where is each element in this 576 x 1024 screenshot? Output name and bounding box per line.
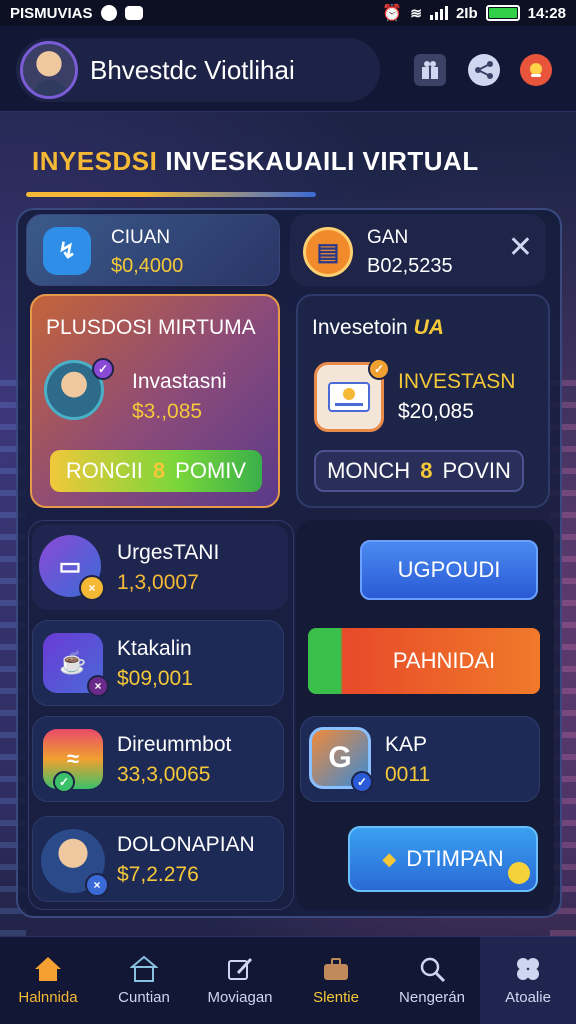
item-value: $09,001 [117,667,193,690]
gift-icon[interactable] [414,54,446,86]
status-bar: PISMUVIAS ⏰ ≋ 2Ib 14:28 [0,0,576,26]
featured-value: $3.,085 [132,400,203,423]
wifi-icon: ≋ [410,4,422,21]
card-name: GAN [367,227,409,248]
dompan-button[interactable]: ◆ DTIMPAN [348,826,538,892]
edit-icon [225,955,255,983]
featured-action-button[interactable]: MONCH 8 POVIN [314,450,524,492]
nav-label: Cuntian [118,989,170,1006]
search-icon [417,955,447,983]
media-play-icon [124,6,143,20]
notification-dot-icon [100,5,117,21]
featured-action-button[interactable]: RONCII 8 POMIV [50,450,262,492]
nav-item-moviagan[interactable]: Moviagan [192,937,288,1024]
battery-icon [485,5,520,21]
bottom-nav: Halnnida Cuntian Moviagan Slentie Nenger… [0,936,576,1024]
item-value: 1,3,0007 [117,571,199,594]
upgrade-button[interactable]: UGPOUDI [360,540,538,600]
nav-item-cuntian[interactable]: Cuntian [96,937,192,1024]
status-mark: 2Ib [455,4,478,22]
item-name: UrgesTANI [117,541,220,564]
tag-icon: ◆ [382,848,397,869]
featured-card-plusdosi[interactable]: PLUSDOSI MIRTUMA ✓ Invastasni $3.,085 RO… [30,294,280,508]
carrier-label: PISMUVIAS [10,4,93,22]
item-name: Direummbot [117,733,232,756]
summary-card-ciuan[interactable]: ↯ CIUAN $0,4000 [26,214,280,286]
button-text: PAHNIDAI [392,648,496,673]
button-text: UGPOUDI [397,557,501,582]
button-text: RONCII [65,458,143,483]
featured-title-tag: UA [413,316,444,339]
button-text-2: POMIV [175,458,247,483]
featured-title-text: Invesetoin [312,316,408,339]
featured-value: $20,085 [398,400,474,423]
clock: 14:28 [527,4,566,22]
check-icon: ✓ [351,771,373,793]
list-item[interactable]: ≈ ✓ Direummbot 33,3,0065 [32,716,284,802]
chart-icon: ↯ [43,227,91,275]
check-icon: ✓ [92,358,114,380]
nav-item-slentie[interactable]: Slentie [288,937,384,1024]
nav-item-home[interactable]: Halnnida [0,937,96,1024]
button-text: DTIMPAN [406,846,504,871]
button-text: MONCH [327,458,411,483]
check-icon: ✓ [53,771,75,793]
item-value: $7,2.276 [117,863,199,886]
signal-icon [429,6,448,20]
featured-title: Invesetoin UA [312,316,444,340]
item-name: KAP [385,733,428,756]
featured-title: PLUSDOSI MIRTUMA [46,316,256,339]
nav-label: Halnnida [18,989,78,1006]
briefcase-icon: ▤ [303,227,353,277]
building-icon [129,955,159,983]
profile-pill[interactable]: Bhvestdc Viotlihai [16,38,380,102]
profile-name: Bhvestdc Viotlihai [90,54,295,85]
item-name: Ktakalin [117,637,192,660]
list-item[interactable]: ☕ × Ktakalin $09,001 [32,620,284,706]
payment-button[interactable]: PAHNIDAI [308,628,540,694]
nav-label: Moviagan [207,989,273,1006]
close-icon[interactable]: ✕ [508,233,533,263]
main-panel: ↯ CIUAN $0,4000 ▤ GAN B02,5235 ✕ PLUSDOS… [16,208,562,918]
nav-label: Slentie [313,989,359,1006]
coin-icon [508,862,530,884]
featured-card-invesetoin[interactable]: Invesetoin UA ✓ INVESTASN $20,085 MONCH 8… [296,294,550,508]
item-name: DOLONAPIAN [117,833,255,856]
close-badge-icon: × [85,873,109,897]
section-title-accent: INYESDSI [32,146,158,176]
app-header: Bhvestdc Viotlihai [0,26,576,112]
briefcase-icon [321,955,351,983]
nav-item-search[interactable]: Nengerán [384,937,480,1024]
check-icon: ✓ [368,358,390,380]
notification-icon[interactable] [520,54,552,86]
avatar[interactable] [20,41,78,99]
nav-item-atoalie[interactable]: Atoalie [480,937,576,1024]
alarm-icon: ⏰ [382,5,403,22]
home-icon [33,955,63,983]
summary-card-gan[interactable]: ▤ GAN B02,5235 ✕ [290,214,546,286]
coin-icon: × [79,575,105,601]
card-name: CIUAN [111,227,171,248]
title-underline [26,192,316,197]
list-item[interactable]: ▭ × UrgesTANI 1,3,0007 [32,524,288,610]
featured-name: INVESTASN [398,370,516,393]
nav-label: Nengerán [399,989,465,1006]
kap-card[interactable]: G ✓ KAP 0011 [300,716,540,802]
section-title: INYESDSI INVESKAUAILI VIRTUAL [32,146,479,177]
close-badge-icon: × [87,675,109,697]
nav-label: Atoalie [505,989,551,1006]
item-value: 33,3,0065 [117,763,211,786]
list-item[interactable]: × DOLONAPIAN $7,2.276 [32,816,284,902]
button-amp: 8 [420,458,433,483]
share-icon[interactable] [468,54,500,86]
button-text-2: POVIN [442,458,511,483]
featured-name: Invastasni [132,370,227,393]
section-title-main: INVESKAUAILI VIRTUAL [165,146,479,176]
card-value: B02,5235 [367,255,453,277]
clover-icon [513,955,543,983]
card-value: $0,4000 [111,255,184,277]
button-amp: 8 [152,458,166,483]
item-value: 0011 [385,763,431,786]
